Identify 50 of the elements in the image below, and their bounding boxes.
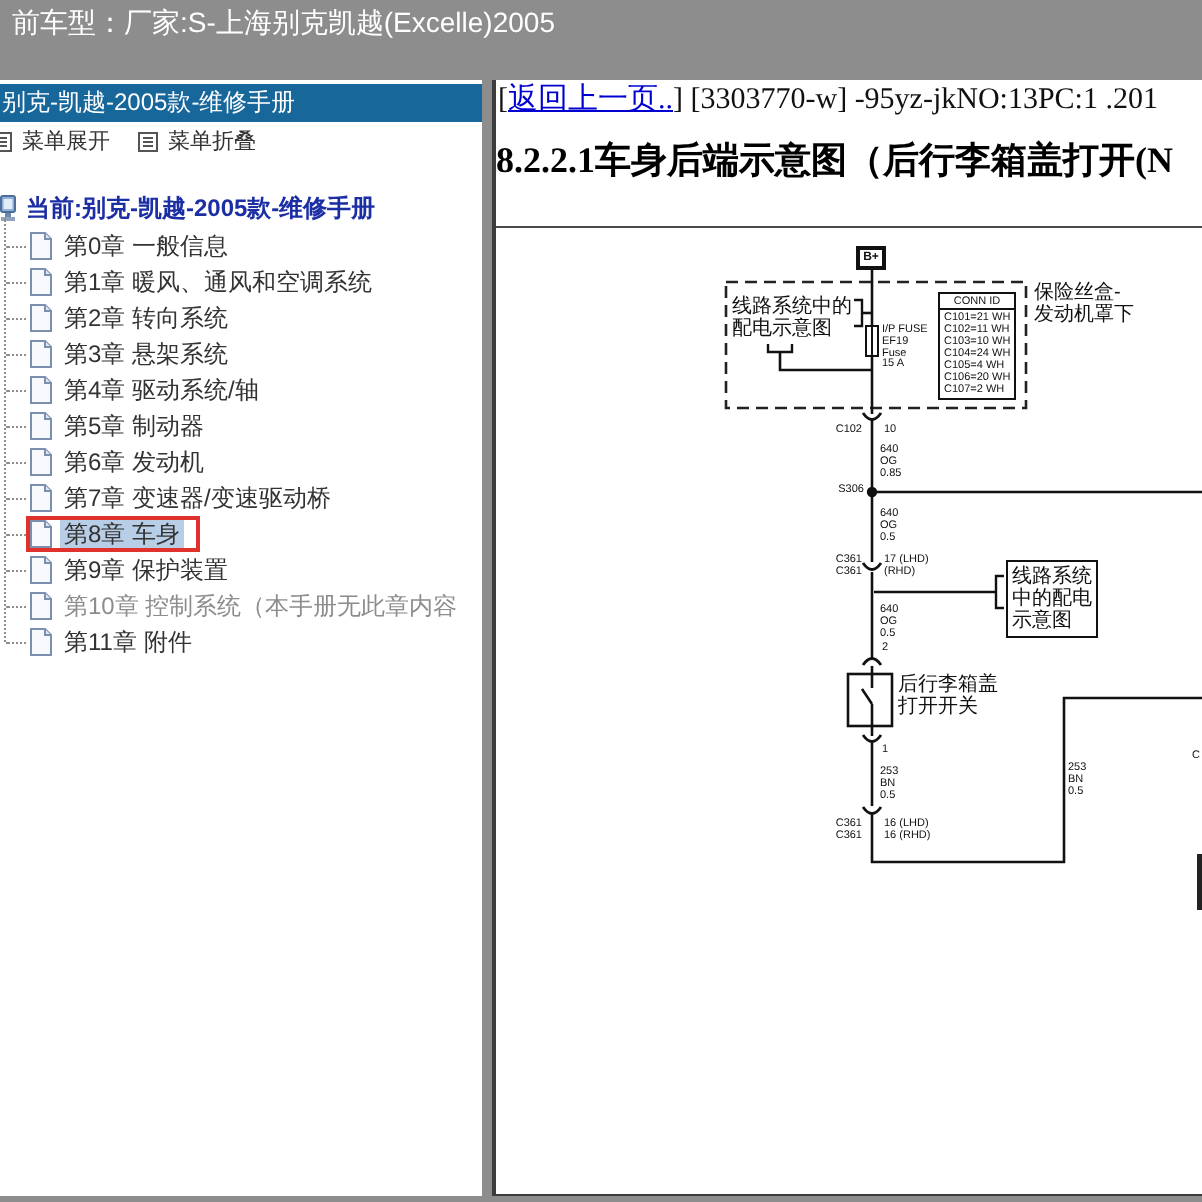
document-info: [返回上一页..] [3303770-w] -95yz-jkNO:13PC:1 .201 — [496, 81, 1160, 118]
reference-box: 线路系统中的配电示意图 — [1006, 560, 1098, 638]
page-icon — [30, 340, 52, 368]
monitor-icon — [0, 194, 16, 222]
menu-button[interactable]: 菜单展开 — [0, 128, 110, 156]
page-heading: 8.2.2.1车身后端示意图（后行李箱盖打开(N — [496, 138, 1175, 182]
page-icon — [30, 592, 52, 620]
connector-symbol — [861, 562, 883, 571]
splice-dot-icon — [866, 486, 878, 498]
list-icon — [138, 132, 158, 152]
connector-symbol — [861, 806, 883, 815]
page-icon — [30, 520, 52, 548]
fuse-symbol — [865, 325, 879, 357]
model-label: 前车型： — [12, 6, 124, 38]
location-label: 保险丝盒-发动机罩下 — [1034, 282, 1134, 326]
switch-symbol — [846, 664, 894, 738]
page-icon — [30, 232, 52, 260]
page-icon — [30, 412, 52, 440]
tree-item[interactable]: 第6章 发动机 — [26, 444, 213, 480]
page-icon — [30, 448, 52, 476]
connector-symbol — [861, 412, 883, 421]
page-icon — [30, 268, 52, 296]
tree-item[interactable]: 第0章 一般信息 — [26, 228, 237, 264]
page-icon — [30, 484, 52, 512]
tree-item[interactable]: 第5章 制动器 — [26, 408, 213, 444]
sidebar-header: 别克-凯越-2005款-维修手册 — [0, 84, 482, 122]
back-link[interactable]: 返回上一页.. — [508, 84, 673, 116]
reference-label: 线路系统中的配电示意图 — [732, 296, 852, 340]
tree-item[interactable]: 第1章 暖风、通风和空调系统 — [26, 264, 381, 300]
connector-symbol — [861, 734, 883, 743]
tree-item[interactable]: 第4章 驱动系统/轴 — [26, 372, 267, 408]
page-icon — [30, 376, 52, 404]
menu-button[interactable]: 菜单折叠 — [138, 128, 256, 156]
page-icon — [30, 628, 52, 656]
component-edge — [1197, 854, 1202, 910]
tree-item[interactable]: 第2章 转向系统 — [26, 300, 237, 336]
bracket-symbol — [994, 574, 1004, 610]
page-icon — [30, 304, 52, 332]
model-value: 厂家:S-上海别克凯越(Excelle)2005 — [124, 6, 555, 38]
tree-root[interactable]: 当前:别克-凯越-2005款-维修手册 — [0, 190, 376, 226]
tree-item[interactable]: 第8章 车身 — [26, 516, 201, 552]
tree-item[interactable]: 第11章 附件 — [26, 624, 200, 660]
bracket-symbol — [854, 298, 864, 328]
tree-item[interactable]: 第9章 保护装置 — [26, 552, 237, 588]
page-icon — [30, 556, 52, 584]
bracket-symbol — [766, 344, 794, 354]
switch-label: 后行李箱盖打开开关 — [898, 674, 998, 718]
connector-symbol — [861, 657, 883, 666]
tree-item[interactable]: 第3章 悬架系统 — [26, 336, 237, 372]
tree-item[interactable]: 第7章 变速器/变速驱动桥 — [26, 480, 339, 516]
